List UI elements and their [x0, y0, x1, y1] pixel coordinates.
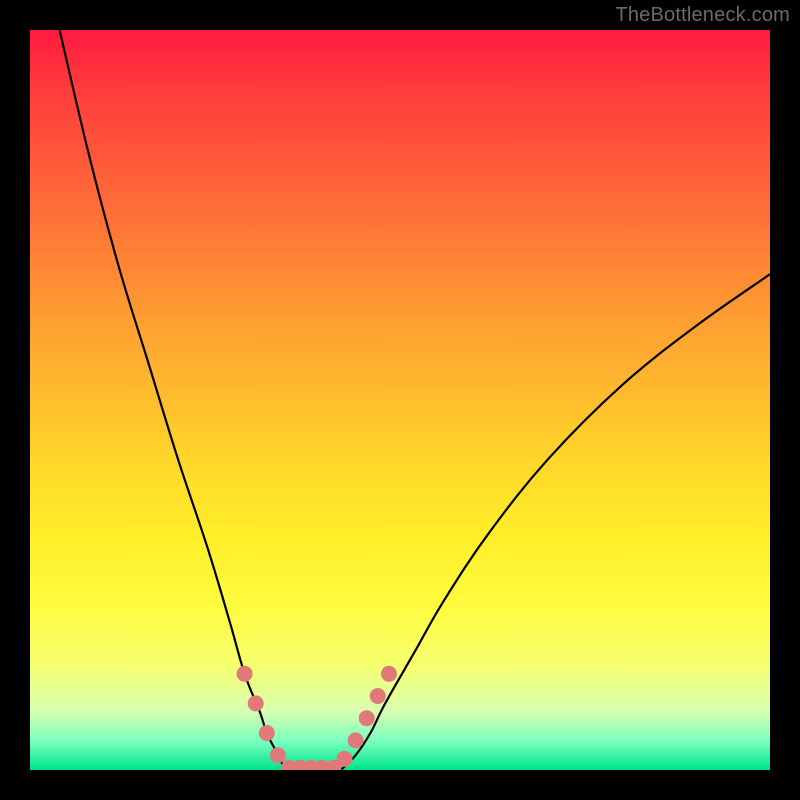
- marker-dot: [348, 732, 364, 748]
- chart-frame: TheBottleneck.com: [0, 0, 800, 800]
- marker-dot: [270, 747, 286, 763]
- marker-dot: [381, 666, 397, 682]
- left-branch-curve: [60, 30, 289, 770]
- marker-dot: [370, 688, 386, 704]
- marker-dot: [237, 666, 253, 682]
- watermark-text: TheBottleneck.com: [615, 4, 790, 27]
- highlighted-markers: [237, 666, 397, 770]
- curve-layer: [30, 30, 770, 770]
- plot-area: [30, 30, 770, 770]
- marker-dot: [337, 751, 353, 767]
- right-branch-curve: [341, 274, 770, 770]
- marker-dot: [248, 695, 264, 711]
- marker-dot: [359, 710, 375, 726]
- marker-dot: [259, 725, 275, 741]
